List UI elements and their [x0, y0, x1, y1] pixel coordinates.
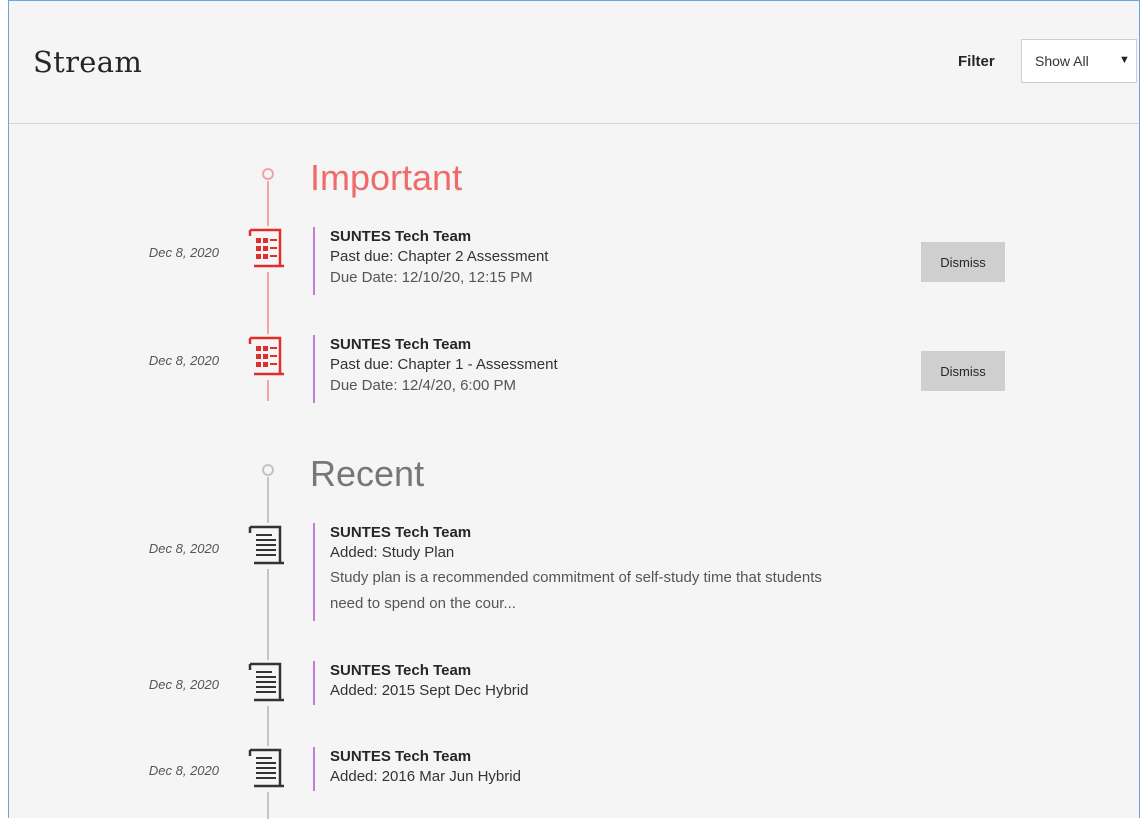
item-content[interactable]: SUNTES Tech Team Past due: Chapter 2 Ass… — [313, 227, 548, 295]
item-date: Dec 8, 2020 — [148, 541, 219, 556]
item-date: Dec 8, 2020 — [148, 353, 219, 368]
item-content[interactable]: SUNTES Tech Team Past due: Chapter 1 - A… — [313, 335, 558, 403]
item-author: SUNTES Tech Team — [330, 228, 472, 245]
important-section-title: Important — [310, 157, 463, 198]
chevron-down-icon: ▼ — [1119, 54, 1130, 66]
item-date: Dec 8, 2020 — [148, 245, 219, 260]
important-section-dot — [262, 168, 274, 180]
document-icon — [244, 660, 290, 706]
item-date: Dec 8, 2020 — [148, 763, 219, 778]
item-description: Study plan is a recommended commitment o… — [330, 569, 822, 586]
recent-section-dot — [262, 464, 274, 476]
filter-select[interactable]: Show All ▼ — [1021, 39, 1137, 83]
item-title[interactable]: Past due: Chapter 1 - Assessment — [330, 355, 558, 375]
item-title[interactable]: Past due: Chapter 2 Assessment — [330, 247, 548, 267]
item-title[interactable]: Added: 2015 Sept Dec Hybrid — [330, 681, 528, 701]
assessment-icon — [244, 226, 290, 272]
stream-header: Stream Filter Show All ▼ — [9, 1, 1139, 124]
item-description: need to spend on the cour... — [330, 595, 516, 612]
item-detail: Due Date: 12/4/20, 6:00 PM — [330, 377, 516, 394]
filter-label: Filter — [958, 53, 995, 70]
item-content[interactable]: SUNTES Tech Team Added: 2016 Mar Jun Hyb… — [313, 747, 521, 791]
item-author: SUNTES Tech Team — [330, 524, 472, 541]
item-author: SUNTES Tech Team — [330, 662, 472, 679]
dismiss-button[interactable]: Dismiss — [921, 351, 1005, 391]
document-icon — [244, 746, 290, 792]
document-icon — [244, 523, 290, 569]
item-author: SUNTES Tech Team — [330, 748, 472, 765]
dismiss-button[interactable]: Dismiss — [921, 242, 1005, 282]
page-title: Stream — [33, 45, 143, 79]
filter-selected-value: Show All — [1035, 53, 1089, 69]
item-title[interactable]: Added: Study Plan — [330, 543, 822, 563]
recent-section-title: Recent — [310, 453, 425, 494]
item-date: Dec 8, 2020 — [148, 677, 219, 692]
item-title[interactable]: Added: 2016 Mar Jun Hybrid — [330, 767, 521, 787]
item-author: SUNTES Tech Team — [330, 336, 472, 353]
item-detail: Due Date: 12/10/20, 12:15 PM — [330, 269, 533, 286]
item-content[interactable]: SUNTES Tech Team Added: Study Plan Study… — [313, 523, 822, 621]
assessment-icon — [244, 334, 290, 380]
item-content[interactable]: SUNTES Tech Team Added: 2015 Sept Dec Hy… — [313, 661, 528, 705]
stream-page: Stream Filter Show All ▼ Important Dec 8… — [8, 0, 1140, 819]
